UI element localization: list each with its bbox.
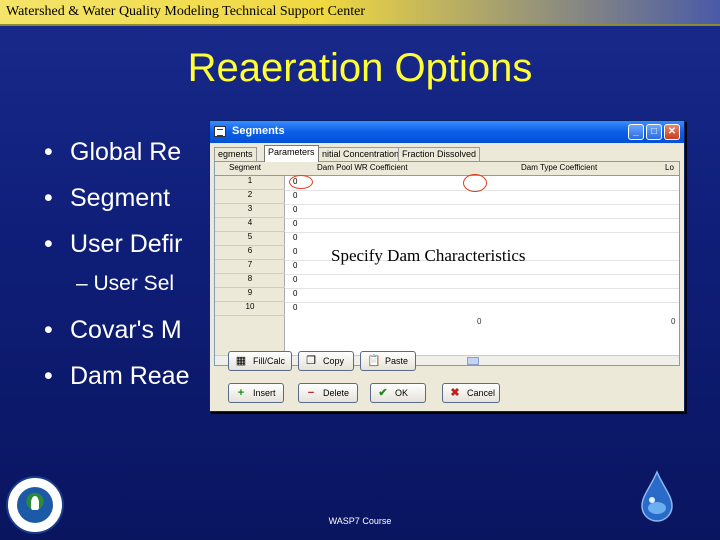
water-drop-logo [641,470,673,522]
table-row-segment[interactable]: 10 [215,302,285,316]
table-cell-dam-pool[interactable]: 0 [293,303,297,312]
bullet-dam-reaeration: • Dam Reae [44,362,190,391]
seal-petal [31,496,39,510]
paste-label: Paste [385,356,409,366]
scrollbar-thumb[interactable] [467,357,479,365]
insert-label: Insert [253,388,276,398]
tab-segments[interactable]: egments [214,147,257,161]
annotation-text: Specify Dam Characteristics [331,246,526,265]
footer-course-label: WASP7 Course [328,516,392,526]
cancel-button[interactable]: ✖ Cancel [442,383,500,403]
banner-title: Watershed & Water Quality Modeling Techn… [6,4,365,19]
ok-label: OK [395,388,409,398]
bullet-segment: • Segment [44,184,170,213]
row-divider [285,232,679,233]
maximize-button[interactable]: □ [646,124,662,140]
table-row-segment[interactable]: 1 [215,176,285,190]
table-row-segment[interactable]: 9 [215,288,285,302]
tab-strip: egments Parameters nitial Concentrations… [214,145,680,162]
paste-button[interactable]: 📋 Paste [360,351,416,371]
column-header-dam-type[interactable]: Dam Type Coefficient [521,163,597,172]
grid-header: Segment Dam Pool WR Coefficient Dam Type… [215,162,679,176]
row-divider [285,274,679,275]
bullet-glyph: • [44,184,53,212]
bullet-glyph: • [44,362,53,390]
bullet-glyph: • [44,316,53,344]
minimize-button[interactable]: _ [628,124,644,140]
table-row-segment[interactable]: 5 [215,232,285,246]
table-cell-dam-pool[interactable]: 0 [293,275,297,284]
tab-parameters[interactable]: Parameters [264,145,319,162]
paste-icon: 📋 [367,355,381,367]
fill-calc-label: Fill/Calc [253,356,286,366]
table-cell-dam-pool[interactable]: 0 [293,247,297,256]
bullet-text: Dam Reae [70,362,190,390]
bullet-text: User Defir [70,230,183,258]
table-cell-dam-pool[interactable]: 0 [293,261,297,270]
column-header-segment[interactable]: Segment [229,163,261,172]
fill-calc-button[interactable]: ▦ Fill/Calc [228,351,292,371]
table-cell-dam-pool[interactable]: 0 [293,219,297,228]
row-divider [285,302,679,303]
bullet-text: Global Re [70,138,182,166]
tab-initial-concentrations[interactable]: nitial Concentrations [318,147,408,161]
table-cell-dam-pool[interactable]: 0 [293,205,297,214]
highlight-circle [289,175,313,189]
table-row-segment[interactable]: 8 [215,274,285,288]
row-divider [285,204,679,205]
bullet-glyph: • [44,138,53,166]
bullet-covar: • Covar's M [44,316,182,345]
check-icon: ✔ [378,387,388,399]
table-row-segment[interactable]: 2 [215,190,285,204]
cancel-label: Cancel [467,388,496,398]
dialog-title: Segments [232,125,285,137]
segments-dialog: Segments _ □ ✕ egments Parameters nitial… [209,120,685,412]
slide-title: Reaeration Options [187,46,533,90]
window-icon [214,126,226,137]
table-row-segment[interactable]: 7 [215,260,285,274]
table-cell-dam-pool[interactable]: 0 [293,289,297,298]
insert-button[interactable]: + Insert [228,383,284,403]
row-divider [285,218,679,219]
table-row-segment[interactable]: 3 [215,204,285,218]
cell-marker: 0 [477,317,482,326]
plus-icon: + [237,387,245,399]
row-divider [285,288,679,289]
delete-button[interactable]: − Delete [298,383,358,403]
table-row-segment[interactable]: 4 [215,218,285,232]
highlight-circle [463,174,487,192]
delete-label: Delete [323,388,350,398]
bullet-global-reaeration: • Global Re [44,138,181,167]
bullet-text: Covar's M [70,316,182,344]
table-cell-dam-pool[interactable]: 0 [293,233,297,242]
parameters-grid[interactable]: Segment Dam Pool WR Coefficient Dam Type… [214,161,680,366]
copy-label: Copy [323,356,345,366]
bullet-text: Segment [70,184,171,212]
dialog-titlebar[interactable]: Segments _ □ ✕ [210,121,684,143]
sub-bullet-user-selected: – User Sel [76,272,175,295]
copy-icon: ❐ [306,355,316,367]
bullet-glyph: • [44,230,53,258]
top-banner: Watershed & Water Quality Modeling Techn… [0,0,720,26]
cell-marker: 0 [671,317,676,326]
bullet-user-defined: • User Defir [44,230,183,259]
calculator-icon: ▦ [235,355,247,367]
copy-button[interactable]: ❐ Copy [298,351,354,371]
minus-icon: − [307,387,315,399]
column-header-dam-pool-wr[interactable]: Dam Pool WR Coefficient [317,163,408,172]
tab-fraction-dissolved[interactable]: Fraction Dissolved [398,147,481,161]
close-button[interactable]: ✕ [664,124,680,140]
table-cell-dam-pool[interactable]: 0 [293,191,297,200]
ok-button[interactable]: ✔ OK [370,383,426,403]
table-row-segment[interactable]: 6 [215,246,285,260]
segment-column: 1 2 3 4 5 6 7 8 9 10 [215,176,285,356]
column-header-lo[interactable]: Lo [665,163,674,172]
x-icon: ✖ [450,387,460,399]
